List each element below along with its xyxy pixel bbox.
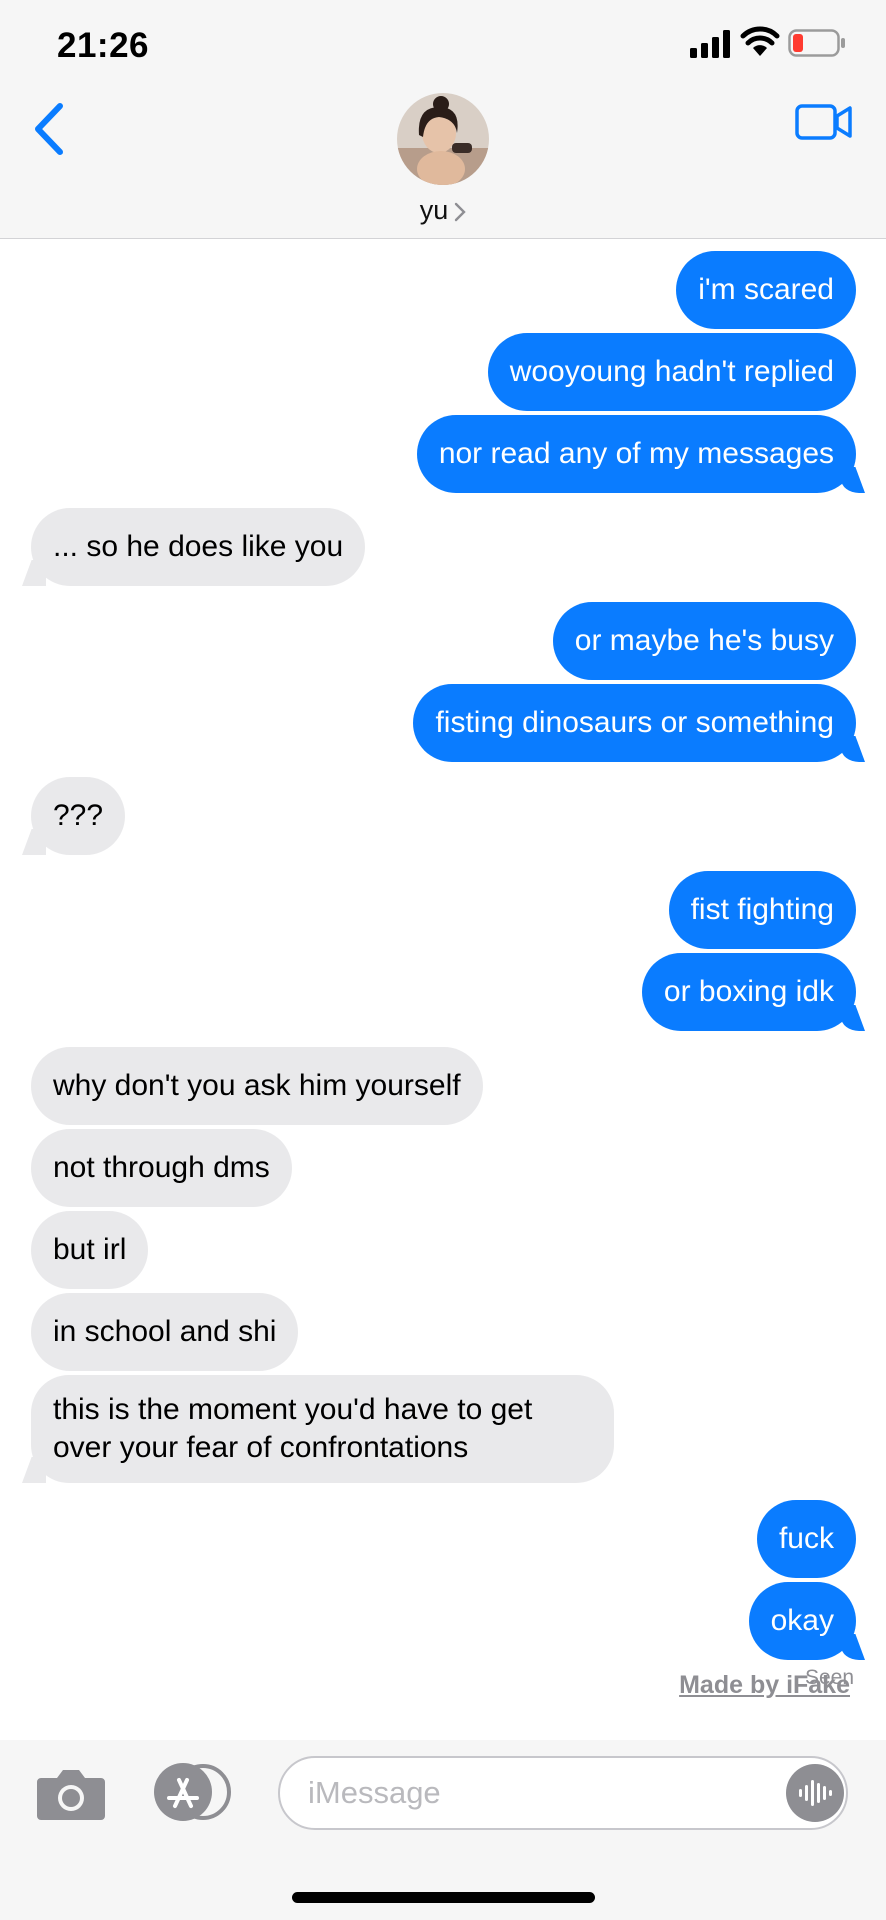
- app-store-icon[interactable]: [151, 1762, 233, 1822]
- message-bubble-outgoing[interactable]: nor read any of my messages: [416, 415, 856, 493]
- status-bar: 21:26: [0, 0, 886, 90]
- watermark-label: Made by iFake: [679, 1671, 850, 1699]
- contact-avatar[interactable]: [397, 93, 489, 185]
- cellular-signal-icon: [690, 30, 730, 58]
- message-bubble-outgoing[interactable]: fisting dinosaurs or something: [413, 684, 856, 762]
- message-bubble-incoming[interactable]: not through dms: [31, 1129, 292, 1207]
- message-composer-bar: iMessage: [0, 1740, 886, 1920]
- message-bubble-incoming[interactable]: this is the moment you'd have to get ove…: [31, 1375, 614, 1483]
- conversation-header: yu: [0, 90, 886, 239]
- message-bubble-outgoing[interactable]: fuck: [756, 1500, 856, 1578]
- home-indicator: [292, 1892, 595, 1903]
- battery-icon: [788, 29, 845, 57]
- chevron-right-icon: [455, 202, 466, 222]
- video-call-icon[interactable]: [795, 102, 853, 142]
- message-bubble-outgoing[interactable]: fist fighting: [668, 871, 856, 949]
- message-bubble-incoming[interactable]: but irl: [31, 1211, 149, 1289]
- message-input[interactable]: iMessage: [278, 1756, 848, 1830]
- message-bubble-outgoing[interactable]: wooyoung hadn't replied: [487, 333, 856, 411]
- message-bubble-incoming[interactable]: ... so he does like you: [31, 508, 366, 586]
- waveform-icon: [799, 1780, 832, 1806]
- message-bubble-outgoing[interactable]: or boxing idk: [641, 953, 856, 1031]
- contact-name-row[interactable]: yu: [0, 195, 886, 226]
- message-input-placeholder: iMessage: [308, 1775, 441, 1810]
- audio-message-button[interactable]: [786, 1764, 844, 1822]
- wifi-icon: [740, 26, 780, 56]
- message-bubble-outgoing[interactable]: okay: [748, 1582, 856, 1660]
- message-bubble-incoming[interactable]: in school and shi: [31, 1293, 299, 1371]
- contact-name[interactable]: yu: [420, 195, 449, 225]
- message-bubble-outgoing[interactable]: or maybe he's busy: [552, 602, 856, 680]
- back-chevron-icon[interactable]: [30, 100, 70, 160]
- message-bubble-incoming[interactable]: ???: [31, 777, 126, 855]
- message-bubble-outgoing[interactable]: i'm scared: [676, 251, 856, 329]
- camera-icon[interactable]: [35, 1766, 107, 1822]
- status-time: 21:26: [57, 26, 150, 65]
- message-bubble-incoming[interactable]: why don't you ask him yourself: [31, 1047, 483, 1125]
